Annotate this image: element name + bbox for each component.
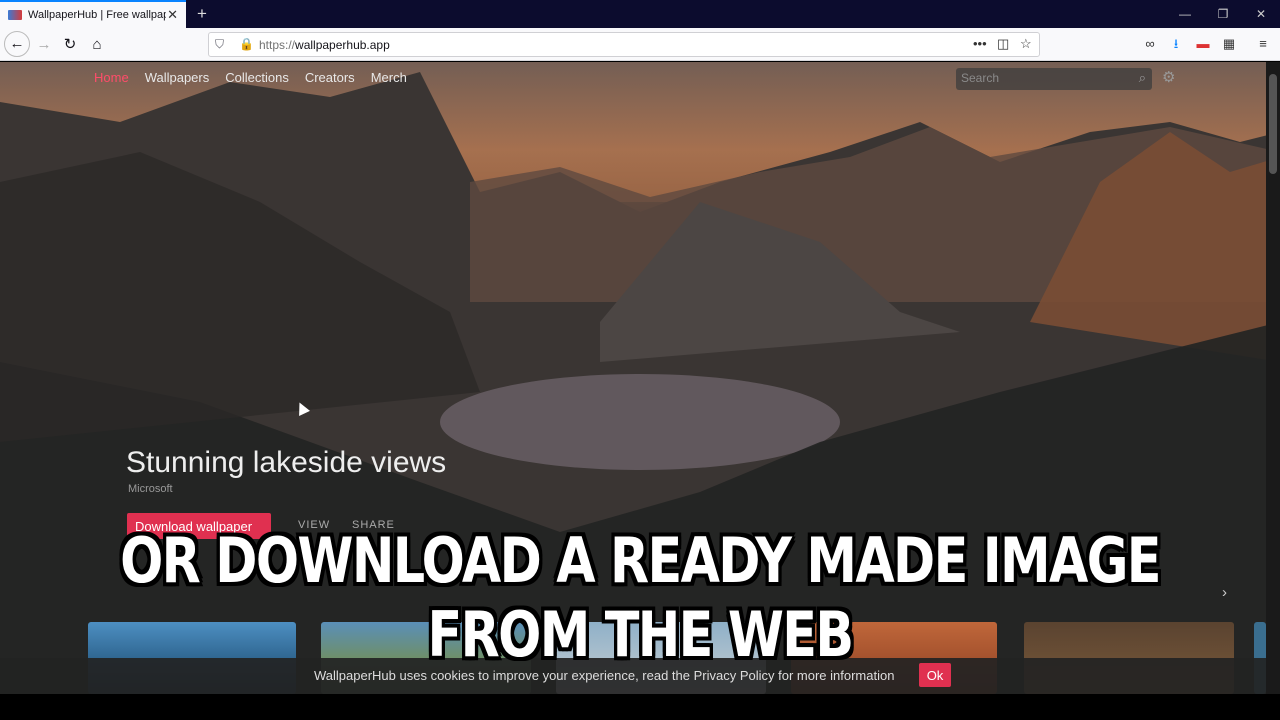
page-actions-icon[interactable]: •••	[973, 36, 987, 51]
gear-icon[interactable]: ⚙	[1162, 68, 1175, 86]
apps-grid-icon[interactable]: ▦	[1219, 34, 1239, 54]
video-caption-line-1: OR DOWNLOAD A READY MADE IMAGE	[120, 524, 1161, 597]
nav-wallpapers[interactable]: Wallpapers	[145, 70, 210, 85]
navigation-toolbar: ← → ↻ ⌂ ⛉ 🔒 https://wallpaperhub.app •••…	[0, 28, 1280, 61]
close-window-icon[interactable]: ✕	[1242, 0, 1280, 28]
mask-icon[interactable]: ∞	[1140, 34, 1160, 54]
scrollbar-thumb[interactable]	[1269, 74, 1277, 174]
new-tab-button[interactable]: +	[192, 4, 212, 24]
tab-bar: WallpaperHub | Free wallpapers ✕ + — ❐ ✕	[0, 0, 1280, 28]
forward-button[interactable]: →	[32, 33, 56, 57]
lock-icon[interactable]: 🔒	[239, 37, 254, 51]
shield-icon[interactable]: ⛉	[215, 37, 224, 52]
browser-tab[interactable]: WallpaperHub | Free wallpapers ✕	[0, 0, 186, 28]
nav-creators[interactable]: Creators	[305, 70, 355, 85]
restore-icon[interactable]: ❐	[1204, 0, 1242, 28]
search-input[interactable]	[956, 68, 1126, 88]
hero-title: Stunning lakeside views	[126, 446, 447, 479]
hero-author[interactable]: Microsoft	[128, 483, 173, 495]
download-icon[interactable]: ⭳	[1166, 34, 1186, 54]
chevron-right-icon[interactable]: ›	[1222, 584, 1227, 601]
video-caption-line-2: FROM THE WEB	[427, 598, 855, 671]
close-tab-icon[interactable]: ✕	[167, 7, 178, 23]
bookmark-star-icon[interactable]: ☆	[1020, 36, 1032, 52]
extension-icon[interactable]: ▬	[1193, 34, 1213, 54]
url-text[interactable]: https://wallpaperhub.app	[259, 38, 390, 52]
back-button[interactable]: ←	[4, 31, 30, 57]
minimize-icon[interactable]: —	[1166, 0, 1204, 28]
page-scrollbar[interactable]	[1266, 62, 1280, 694]
reload-button[interactable]: ↻	[58, 33, 82, 57]
nav-collections[interactable]: Collections	[225, 70, 289, 85]
nav-merch[interactable]: Merch	[371, 70, 407, 85]
pocket-icon[interactable]: ◫	[997, 36, 1009, 52]
menu-icon[interactable]: ≡	[1253, 34, 1273, 54]
search-icon[interactable]: ⌕	[1139, 70, 1146, 86]
home-icon[interactable]: ⌂	[85, 33, 109, 57]
address-bar[interactable]: ⛉ 🔒 https://wallpaperhub.app ••• ◫ ☆	[208, 32, 1040, 57]
nav-home[interactable]: Home	[94, 70, 129, 85]
site-nav: Home Wallpapers Collections Creators Mer…	[94, 70, 407, 85]
favicon-icon	[8, 10, 22, 20]
search-box: ⌕	[956, 68, 1152, 90]
tab-title: WallpaperHub | Free wallpapers	[28, 9, 166, 21]
